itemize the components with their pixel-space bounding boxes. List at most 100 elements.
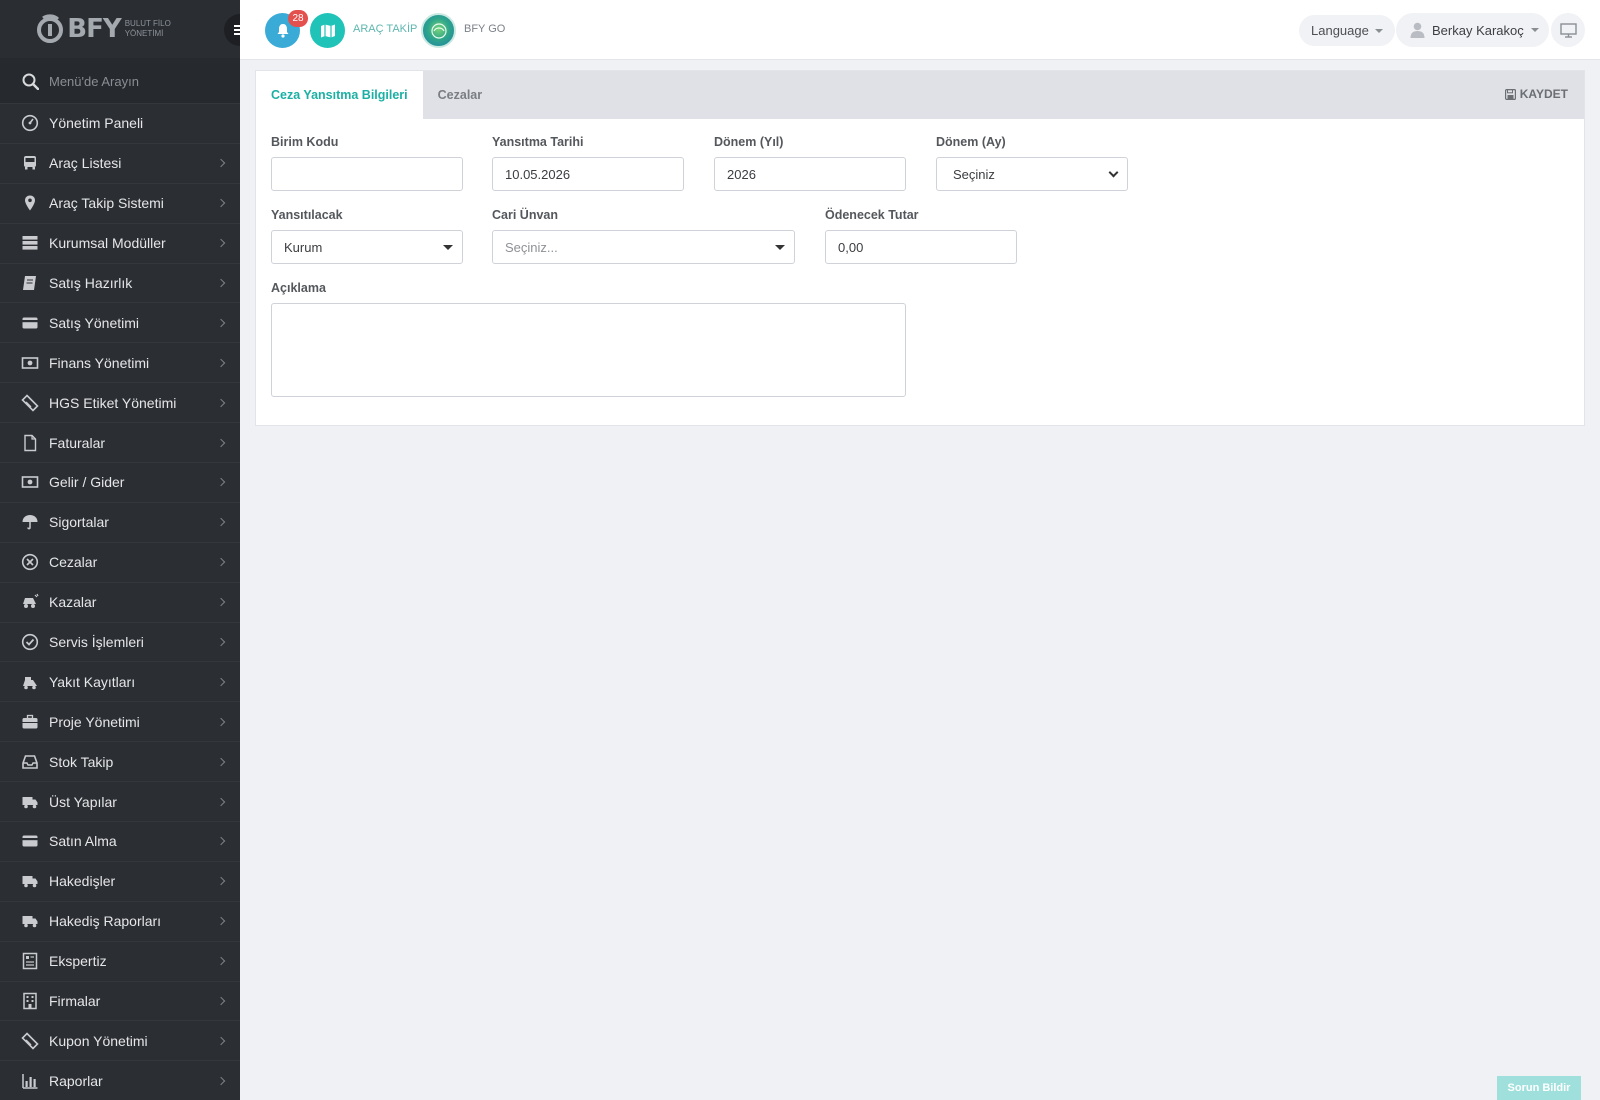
hamburger-menu-icon[interactable]	[224, 14, 240, 46]
credit-card-icon	[20, 831, 40, 851]
sidebar-item-label: Satış Hazırlık	[49, 275, 133, 291]
sidebar-item-hgs-etiket-yonetimi[interactable]: HGS Etiket Yönetimi	[0, 383, 240, 424]
notification-count-badge: 28	[288, 10, 308, 27]
user-icon	[1410, 22, 1425, 38]
sidebar-item-kazalar[interactable]: Kazalar	[0, 583, 240, 623]
sidebar-item-servis-islemleri[interactable]: Servis İşlemleri	[0, 623, 240, 663]
cari-unvan-label: Cari Ünvan	[492, 208, 558, 222]
chevron-right-icon	[216, 198, 226, 208]
bfy-go-link[interactable]: BFY GO	[464, 23, 505, 35]
sidebar-item-ust-yapilar[interactable]: Üst Yapılar	[0, 782, 240, 823]
sidebar-item-proje-yonetimi[interactable]: Proje Yönetimi	[0, 702, 240, 743]
brand-logo[interactable]: BFY BULUT FİLO YÖNETİMİ	[37, 14, 202, 44]
umbrella-icon	[20, 512, 40, 532]
aciklama-textarea[interactable]	[271, 303, 906, 397]
sidebar-item-label: Servis İşlemleri	[49, 634, 144, 651]
bell-icon	[277, 24, 288, 38]
yansitma-tarihi-input[interactable]: 10.05.2026	[492, 157, 684, 191]
fullscreen-button[interactable]	[1551, 13, 1585, 47]
times-circle-icon	[20, 552, 40, 572]
donem-ay-value: Seçiniz	[953, 166, 995, 182]
sidebar-item-sigortalar[interactable]: Sigortalar	[0, 503, 240, 543]
sidebar: BFY BULUT FİLO YÖNETİMİ Yönetim Paneli Ar…	[0, 0, 240, 1100]
cari-unvan-select[interactable]: Seçiniz...	[492, 230, 795, 264]
sidebar-item-label: Ekspertiz	[49, 953, 107, 970]
user-menu-dropdown[interactable]: Berkay Karakoç	[1396, 13, 1549, 47]
sidebar-item-hakedis-raporlari[interactable]: Hakediş Raporları	[0, 902, 240, 942]
odenecek-tutar-input[interactable]: 0,00	[825, 230, 1017, 264]
chevron-right-icon	[216, 478, 226, 487]
caret-down-icon	[775, 245, 785, 250]
save-button[interactable]: KAYDET	[1504, 87, 1568, 101]
sidebar-item-label: Sigortalar	[49, 514, 109, 531]
menu-search-input[interactable]	[49, 73, 219, 89]
language-label: Language	[1311, 23, 1369, 38]
map-pin-icon	[20, 193, 40, 213]
arac-takip-link[interactable]: ARAÇ TAKİP	[353, 23, 417, 35]
sidebar-item-kupon-yonetimi[interactable]: Kupon Yönetimi	[0, 1021, 240, 1062]
chevron-right-icon	[216, 597, 226, 607]
chevron-right-icon	[216, 637, 226, 647]
save-label: KAYDET	[1519, 87, 1568, 101]
sidebar-item-label: Raporlar	[49, 1072, 103, 1089]
logo-area: BFY BULUT FİLO YÖNETİMİ	[0, 0, 240, 59]
sidebar-item-cezalar[interactable]: Cezalar	[0, 543, 240, 583]
money-icon	[20, 472, 40, 492]
sidebar-item-ekspertiz[interactable]: Ekspertiz	[0, 942, 240, 982]
sidebar-item-yonetim-paneli[interactable]: Yönetim Paneli	[0, 104, 240, 144]
user-name: Berkay Karakoç	[1432, 22, 1524, 38]
sidebar-item-label: Yönetim Paneli	[49, 115, 144, 132]
sidebar-item-label: Satın Alma	[49, 833, 117, 850]
sidebar-item-label: Kurumsal Modüller	[49, 235, 166, 252]
sidebar-item-yakit-kayitlari[interactable]: Yakıt Kayıtları	[0, 662, 240, 703]
ticket-icon	[20, 1031, 40, 1051]
briefcase-icon	[20, 712, 40, 732]
tab-cezalar[interactable]: Cezalar	[423, 71, 497, 119]
sidebar-item-faturalar[interactable]: Faturalar	[0, 423, 240, 464]
birim-kodu-label: Birim Kodu	[271, 135, 339, 149]
yansitma-tarihi-label: Yansıtma Tarihi	[492, 135, 584, 149]
sidebar-item-label: Araç Takip Sistemi	[49, 195, 164, 212]
yansitilacak-label: Yansıtılacak	[271, 208, 343, 222]
language-dropdown[interactable]: Language	[1299, 15, 1395, 46]
money-icon	[20, 353, 40, 373]
report-issue-button[interactable]: Sorun Bildir	[1497, 1076, 1581, 1100]
map-icon	[320, 24, 335, 37]
truck-icon	[20, 792, 40, 812]
ceza-yansitma-form: Birim Kodu Yansıtma Tarihi 10.05.2026 Dö…	[256, 119, 1584, 427]
sidebar-item-arac-takip-sistemi[interactable]: Araç Takip Sistemi	[0, 184, 240, 224]
ceza-yansitma-panel: Ceza Yansıtma Bilgileri Cezalar KAYDET B…	[255, 70, 1585, 426]
caret-down-icon	[1374, 28, 1383, 33]
chevron-down-icon	[1108, 167, 1119, 178]
sidebar-item-kurumsal-moduller[interactable]: Kurumsal Modüller	[0, 224, 240, 264]
sidebar-item-satin-alma[interactable]: Satın Alma	[0, 822, 240, 862]
chevron-right-icon	[216, 717, 226, 727]
sidebar-item-finans-yonetimi[interactable]: Finans Yönetimi	[0, 343, 240, 384]
bfy-go-logo-icon	[430, 22, 447, 39]
sidebar-item-firmalar[interactable]: Firmalar	[0, 982, 240, 1022]
chevron-right-icon	[216, 757, 226, 766]
bfy-go-button[interactable]	[421, 13, 456, 48]
chevron-right-icon	[216, 159, 226, 168]
sidebar-item-arac-listesi[interactable]: Araç Listesi	[0, 144, 240, 184]
sidebar-item-label: Cezalar	[49, 554, 98, 571]
sidebar-item-label: Kazalar	[49, 594, 97, 611]
sidebar-item-hakedisler[interactable]: Hakedişler	[0, 862, 240, 902]
chevron-right-icon	[216, 1076, 226, 1086]
building-icon	[20, 991, 40, 1011]
book-icon	[20, 273, 40, 293]
sidebar-item-satis-yonetimi[interactable]: Satış Yönetimi	[0, 303, 240, 344]
sidebar-item-label: Satış Yönetimi	[49, 314, 140, 331]
sidebar-item-satis-hazirlik[interactable]: Satış Hazırlık	[0, 264, 240, 304]
tab-ceza-yansitma-bilgileri[interactable]: Ceza Yansıtma Bilgileri	[256, 71, 423, 119]
sidebar-item-gelir-gider[interactable]: Gelir / Gider	[0, 463, 240, 503]
sidebar-item-stok-takip[interactable]: Stok Takip	[0, 742, 240, 783]
sidebar-item-raporlar[interactable]: Raporlar	[0, 1061, 240, 1100]
odenecek-tutar-label: Ödenecek Tutar	[825, 208, 919, 222]
birim-kodu-input[interactable]	[271, 157, 463, 191]
arac-takip-button[interactable]	[310, 13, 345, 48]
yansitilacak-select[interactable]: Kurum	[271, 230, 463, 264]
donem-yil-input[interactable]: 2026	[714, 157, 906, 191]
logo-subtitle: BULUT FİLO YÖNETİMİ	[124, 19, 171, 38]
donem-ay-select[interactable]: Seçiniz	[936, 157, 1128, 191]
